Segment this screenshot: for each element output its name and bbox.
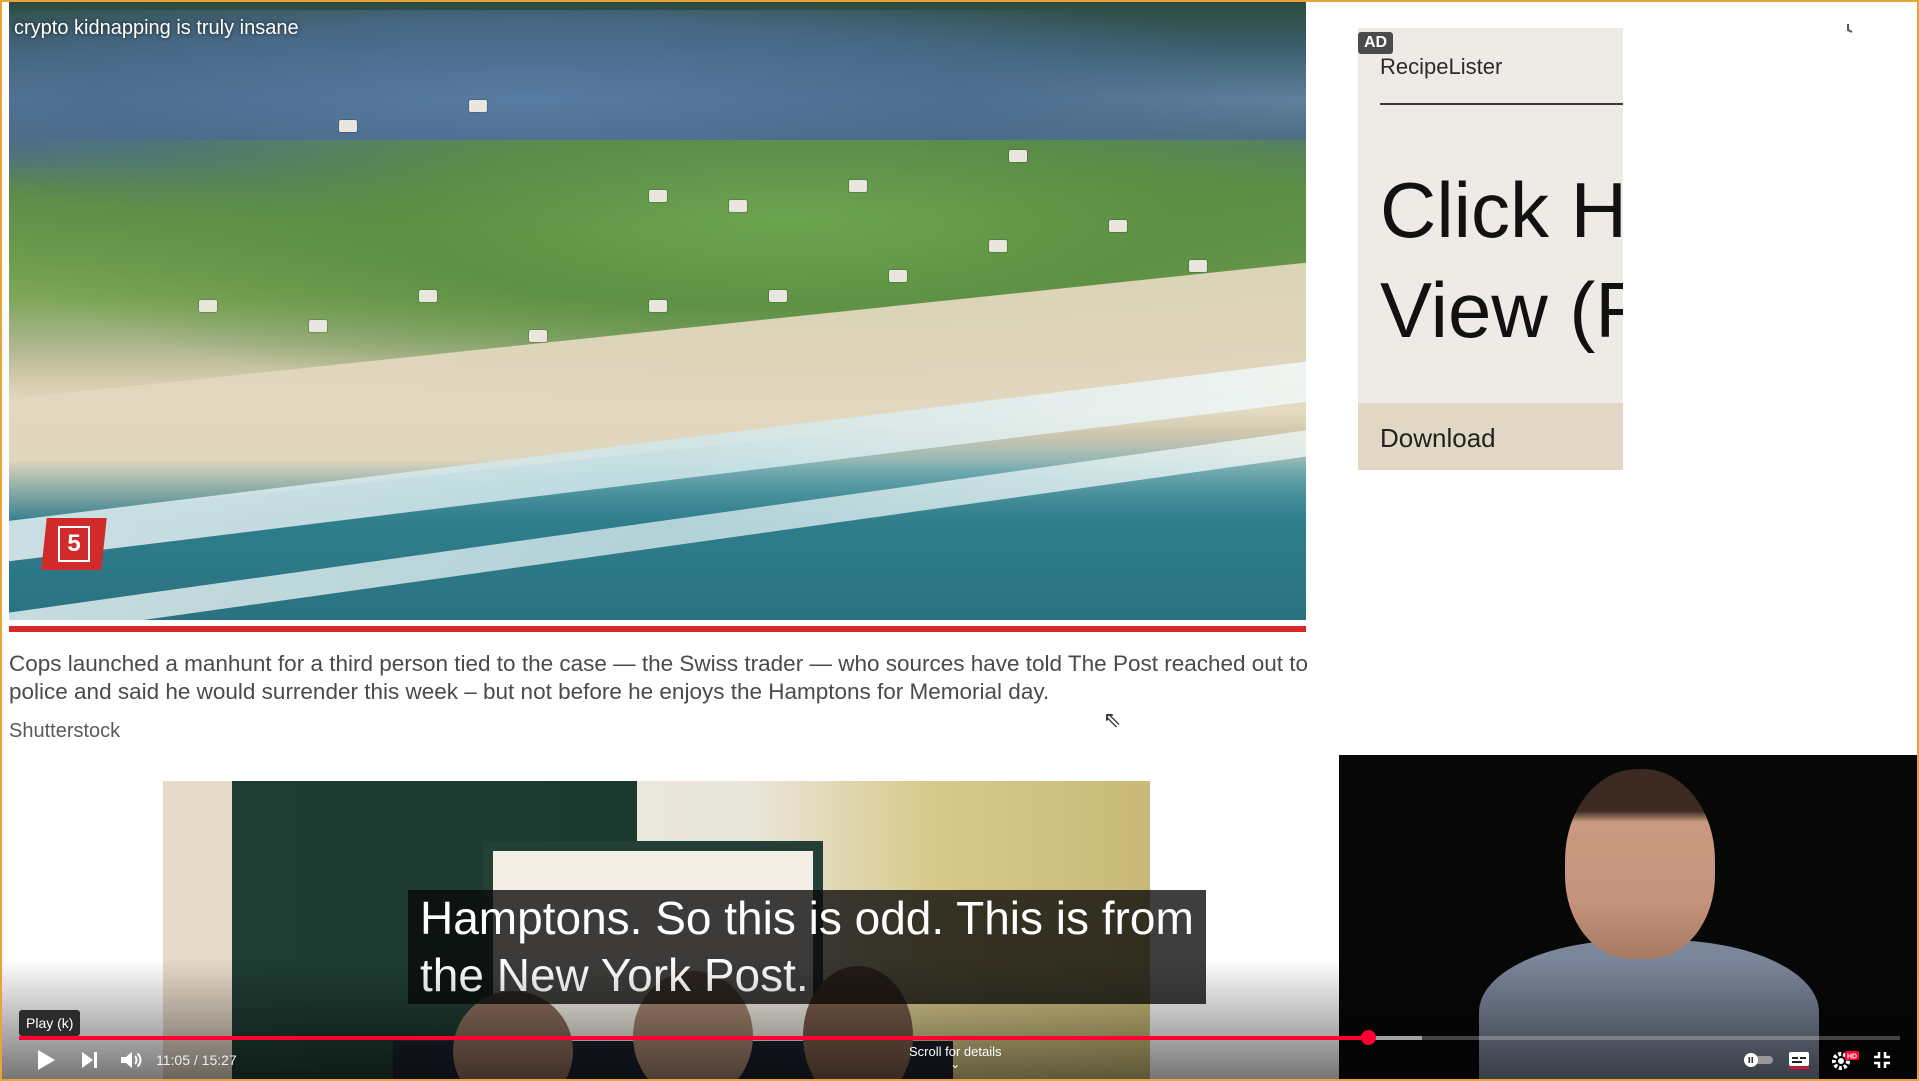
volume-icon[interactable] bbox=[118, 1046, 144, 1074]
ad-headline-line1: Click H bbox=[1380, 166, 1623, 254]
play-tooltip: Play (k) bbox=[19, 1010, 81, 1036]
time-display: 11:05 / 15:27 bbox=[156, 1052, 237, 1068]
next-icon[interactable] bbox=[78, 1046, 102, 1074]
aerial-beach-image bbox=[9, 0, 1306, 620]
ad-badge: AD bbox=[1358, 32, 1394, 54]
ad-download-button[interactable]: Download bbox=[1380, 423, 1496, 454]
mouse-cursor-icon: ⇖ bbox=[1103, 707, 1122, 732]
video-player[interactable]: crypto kidnapping is truly insane 5 Cops… bbox=[0, 0, 1919, 1081]
badge-number: 5 bbox=[58, 526, 90, 562]
exit-fullscreen-icon[interactable] bbox=[1869, 1046, 1895, 1074]
subtitles-icon[interactable] bbox=[1786, 1046, 1812, 1074]
share-icon[interactable] bbox=[1876, 18, 1902, 44]
channel-number-badge: 5 bbox=[41, 518, 107, 570]
ad-headline-line2: View (F bbox=[1380, 266, 1623, 354]
progress-played bbox=[19, 1036, 1368, 1040]
play-icon[interactable] bbox=[32, 1046, 60, 1074]
ad-cta-area[interactable]: Download bbox=[1358, 403, 1623, 470]
divider-red-line bbox=[9, 626, 1306, 632]
clock-icon[interactable] bbox=[1835, 18, 1861, 44]
scroll-for-details[interactable]: Scroll for details ⌄ bbox=[909, 1044, 1001, 1071]
video-title[interactable]: crypto kidnapping is truly insane bbox=[14, 17, 299, 40]
ad-panel[interactable]: RecipeLister Click H View (F Download bbox=[1358, 28, 1623, 470]
settings-icon[interactable]: HD bbox=[1828, 1046, 1862, 1074]
ad-headline[interactable]: Click H View (F bbox=[1380, 160, 1623, 360]
subtitle-line1: Hamptons. So this is odd. This is from bbox=[420, 892, 1194, 944]
ad-advertiser: RecipeLister bbox=[1380, 54, 1503, 79]
chevron-down-icon: ⌄ bbox=[950, 1057, 961, 1071]
progress-scrubber[interactable] bbox=[1360, 1030, 1376, 1045]
autoplay-toggle-icon[interactable] bbox=[1742, 1046, 1776, 1074]
ad-divider bbox=[1380, 103, 1623, 105]
hd-badge: HD bbox=[1847, 1054, 1857, 1061]
progress-bar[interactable] bbox=[19, 1036, 1900, 1040]
article-caption: Cops launched a manhunt for a third pers… bbox=[9, 651, 1309, 704]
photo-credit: Shutterstock bbox=[9, 720, 121, 742]
